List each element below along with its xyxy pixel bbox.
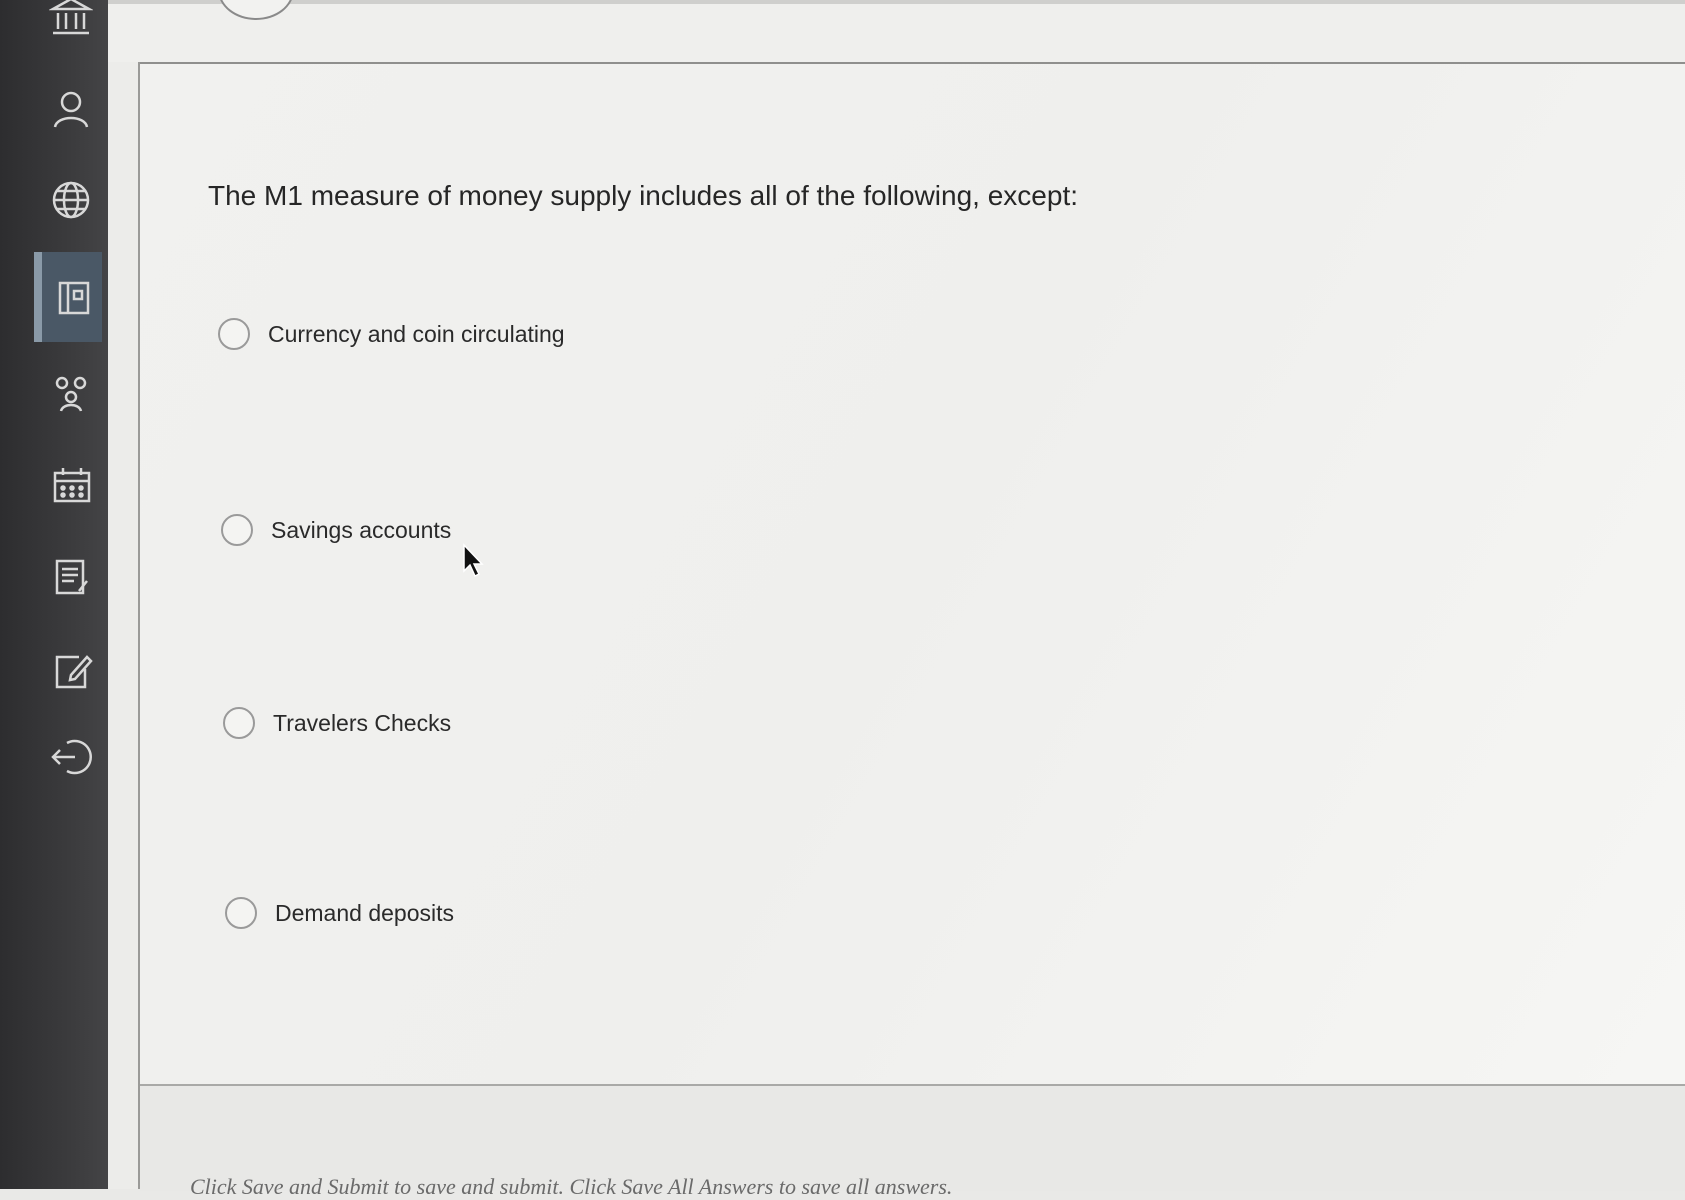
option-travelers-checks[interactable]: Travelers Checks: [223, 707, 451, 739]
sidebar: [0, 0, 108, 1189]
calendar-icon[interactable]: [40, 450, 102, 520]
mouse-cursor-icon: [463, 543, 484, 578]
option-label: Demand deposits: [275, 899, 454, 926]
question-panel: The M1 measure of money supply includes …: [140, 64, 1685, 1084]
course-icon[interactable]: [34, 252, 102, 342]
top-divider: [108, 0, 1685, 4]
option-demand-deposits[interactable]: Demand deposits: [225, 897, 454, 929]
option-currency[interactable]: Currency and coin circulating: [218, 318, 565, 350]
edit-icon[interactable]: [40, 636, 102, 706]
sign-out-icon[interactable]: [40, 722, 102, 792]
globe-icon[interactable]: [40, 165, 102, 235]
content-border: [108, 62, 140, 1189]
top-circle-button[interactable]: [218, 0, 294, 20]
option-label: Travelers Checks: [273, 709, 452, 736]
footer: Click Save and Submit to save and submit…: [140, 1084, 1685, 1199]
radio-button[interactable]: [221, 514, 253, 546]
institution-icon[interactable]: [40, 0, 102, 52]
option-label: Savings accounts: [271, 516, 452, 543]
option-savings[interactable]: Savings accounts: [221, 514, 451, 546]
user-icon[interactable]: [40, 74, 102, 144]
radio-button[interactable]: [225, 897, 257, 929]
groups-icon[interactable]: [40, 358, 102, 428]
radio-button[interactable]: [223, 707, 255, 739]
option-label: Currency and coin circulating: [268, 320, 565, 347]
top-bar: [108, 0, 1685, 64]
question-text: The M1 measure of money supply includes …: [208, 180, 1079, 211]
grades-icon[interactable]: [40, 542, 102, 612]
radio-button[interactable]: [218, 318, 250, 350]
footer-instructions: Click Save and Submit to save and submit…: [190, 1174, 953, 1199]
